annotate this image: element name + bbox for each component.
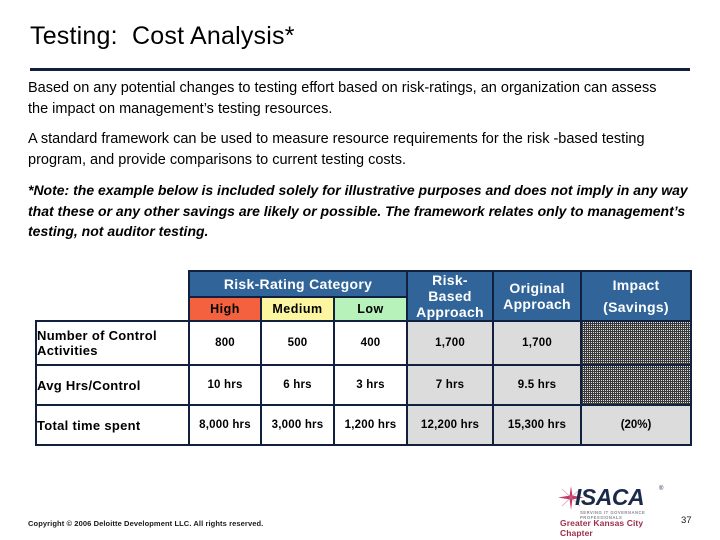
table-row: Avg Hrs/Control 10 hrs 6 hrs 3 hrs 7 hrs… bbox=[35, 364, 693, 406]
body-paragraph-1: Based on any potential changes to testin… bbox=[28, 80, 657, 117]
cell-risk-based: 12,200 hrs bbox=[406, 404, 495, 446]
cell-medium: 6 hrs bbox=[260, 364, 335, 406]
header-impact-label: Impact bbox=[612, 277, 660, 293]
registered-trademark-icon: ® bbox=[659, 486, 664, 492]
table-row: Total time spent 8,000 hrs 3,000 hrs 1,2… bbox=[35, 404, 693, 446]
copyright-notice: Copyright © 2006 Deloitte Development LL… bbox=[28, 519, 264, 528]
cell-original: 9.5 hrs bbox=[492, 364, 583, 406]
cell-low: 400 bbox=[332, 320, 409, 366]
isaca-logo: ISACA ® SERVING IT GOVERNANCE PROFESSION… bbox=[558, 485, 678, 538]
disclaimer-note: *Note: the example below is included sol… bbox=[28, 182, 688, 239]
logo-wordmark-row: ISACA ® bbox=[558, 485, 678, 511]
cell-risk-based: 1,700 bbox=[406, 320, 495, 366]
cell-impact bbox=[580, 320, 693, 366]
table-corner-spacer bbox=[36, 271, 189, 321]
cell-low: 1,200 hrs bbox=[332, 404, 409, 446]
cell-medium: 500 bbox=[260, 320, 335, 366]
table-row: Number of Control Activities 800 500 400… bbox=[35, 320, 693, 366]
cell-low: 3 hrs bbox=[332, 364, 409, 406]
cell-original: 15,300 hrs bbox=[492, 404, 583, 446]
cell-impact bbox=[580, 364, 693, 406]
header-savings-label: (Savings) bbox=[603, 299, 669, 315]
cell-high: 8,000 hrs bbox=[188, 404, 262, 446]
row-label: Number of Control Activities bbox=[35, 320, 190, 366]
cell-medium: 3,000 hrs bbox=[260, 404, 335, 446]
table-header-row-1: Risk-Rating Category Risk- Based Approach … bbox=[36, 269, 693, 322]
header-risk-rating-category: Risk-Rating Category bbox=[187, 269, 409, 299]
cost-analysis-table: Risk-Rating Category Risk- Based Approach … bbox=[35, 269, 693, 446]
header-risk-based-approach: Risk- Based Approach bbox=[406, 270, 495, 322]
slide-number: 37 bbox=[681, 515, 692, 526]
logo-wordmark: ISACA bbox=[575, 484, 645, 510]
header-medium: Medium bbox=[260, 296, 335, 322]
cell-impact: (20%) bbox=[580, 404, 693, 446]
cell-risk-based: 7 hrs bbox=[406, 364, 495, 406]
header-impact-savings: Impact (Savings) bbox=[580, 270, 693, 322]
cell-high: 800 bbox=[188, 320, 262, 366]
cell-original: 1,700 bbox=[492, 320, 583, 366]
row-label: Avg Hrs/Control bbox=[35, 364, 190, 406]
cell-high: 10 hrs bbox=[188, 364, 262, 406]
page-title: Testing: Cost Analysis* bbox=[30, 22, 295, 50]
header-high: High bbox=[188, 296, 262, 322]
body-paragraph-2: A standard framework can be used to meas… bbox=[28, 131, 645, 168]
header-original-approach: Original Approach bbox=[492, 270, 583, 322]
logo-chapter-name: Greater Kansas City Chapter bbox=[560, 518, 644, 538]
row-label: Total time spent bbox=[35, 404, 190, 446]
header-low: Low bbox=[332, 296, 409, 322]
title-divider bbox=[30, 68, 690, 71]
